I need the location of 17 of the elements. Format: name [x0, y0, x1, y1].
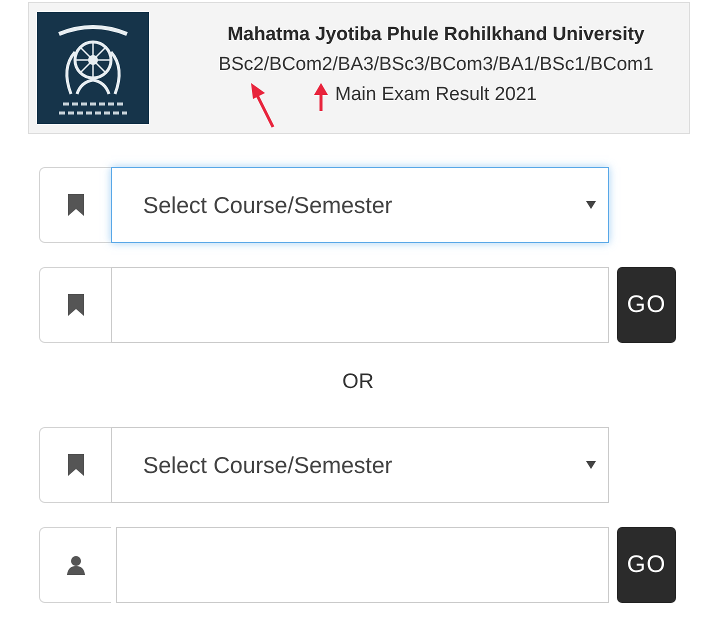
input-field[interactable]	[111, 267, 609, 343]
bookmark-icon	[68, 193, 84, 217]
result-subtitle: Main Exam Result 2021	[335, 84, 537, 106]
input-field[interactable]	[116, 527, 609, 603]
course-select[interactable]: Select Course/Semester	[111, 167, 609, 243]
course-select[interactable]: Select Course/Semester	[111, 427, 609, 503]
course-list: BSc2/BCom2/BA3/BSc3/BCom3/BA1/BSc1/BCom1	[218, 54, 654, 76]
go-button[interactable]: GO	[617, 527, 676, 603]
university-title: Mahatma Jyotiba Phule Rohilkhand University	[227, 24, 645, 46]
caret-icon	[586, 461, 596, 469]
go-button[interactable]: GO	[617, 267, 676, 343]
annotation-arrow	[313, 83, 329, 113]
bookmark-icon	[68, 293, 84, 317]
separator-text: OR	[341, 370, 375, 394]
user-icon	[66, 554, 86, 576]
caret-icon	[586, 201, 596, 209]
bookmark-icon	[68, 453, 84, 477]
